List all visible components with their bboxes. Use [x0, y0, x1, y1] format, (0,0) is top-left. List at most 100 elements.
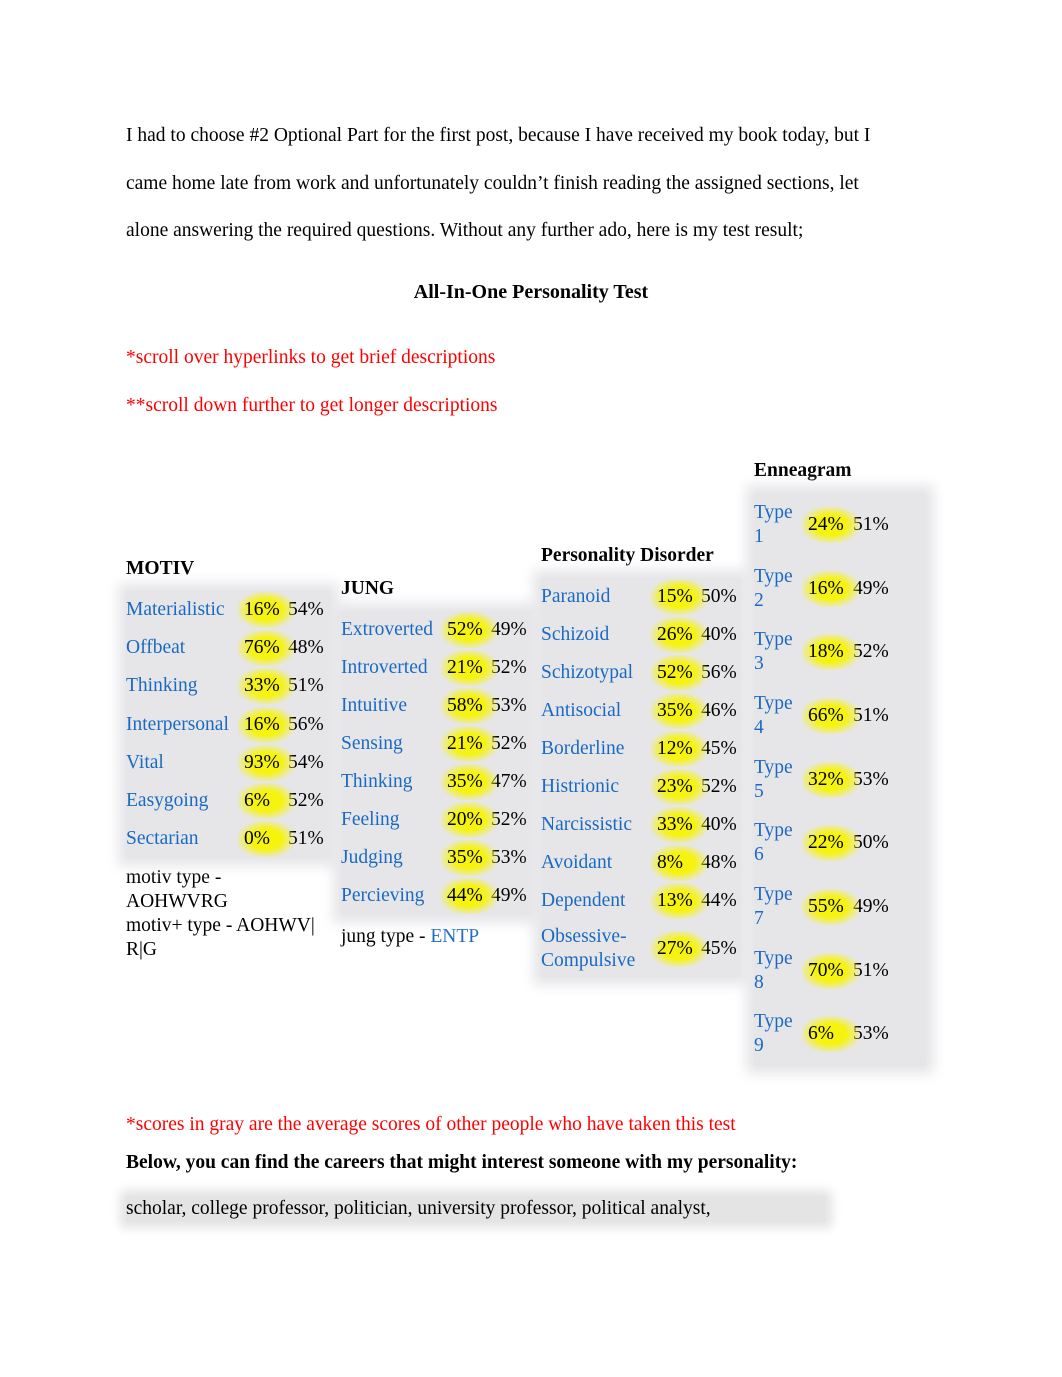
disorder-label-link[interactable]: Histrionic [541, 775, 657, 799]
user-score-value: 35% [447, 771, 483, 792]
disorder-row: Dependent 13% 44% [541, 882, 741, 920]
jung-type-label: jung type - [341, 926, 431, 947]
user-score-value: 21% [447, 657, 483, 678]
intro-line: came home late from work and unfortunate… [126, 172, 859, 194]
careers-heading: Below, you can find the careers that mig… [126, 1152, 798, 1173]
label-line: Type [754, 1011, 793, 1033]
enneagram-label-link[interactable]: Type 1 [754, 501, 808, 549]
user-score-value: 15% [657, 586, 693, 607]
motiv-row: Vital 93% 54% [126, 744, 331, 782]
user-score: 44% [441, 878, 497, 914]
label-line: 4 [754, 716, 764, 738]
user-score: 6% [802, 1016, 859, 1053]
motiv-section: MOTIV Materialistic 16% 54% Offbeat 76% 48% Th… [126, 557, 331, 962]
label-line: 2 [754, 589, 764, 611]
enneagram-table: Type 1 24% 51% Type 2 16% 49% Type 3 18% 52% Type 4 66… [754, 493, 926, 1067]
user-score-value: 93% [244, 751, 280, 773]
jung-label-link[interactable]: Feeling [341, 808, 447, 832]
label-line: Type [754, 820, 793, 842]
intro-paragraph: I had to choose #2 Optional Part for the… [126, 112, 936, 255]
disorder-label-link[interactable]: Obsessive- Compulsive [541, 925, 657, 973]
jung-type-link[interactable]: ENTP [430, 926, 479, 947]
enneagram-row: Type 2 16% 49% [754, 557, 926, 621]
disorder-label-link[interactable]: Avoidant [541, 851, 657, 875]
jung-label-link[interactable]: Intuitive [341, 694, 447, 718]
jung-label-link[interactable]: Thinking [341, 770, 447, 794]
disorder-row: Avoidant 8% 48% [541, 844, 741, 882]
user-score: 13% [651, 883, 707, 919]
label-line: Type [754, 692, 793, 714]
disorder-label-link[interactable]: Schizoid [541, 623, 657, 647]
user-score-value: 21% [447, 733, 483, 754]
motiv-plus-type-label: motiv+ type - AOHWV| [126, 915, 315, 937]
disorder-row: Antisocial 35% 46% [541, 692, 741, 730]
label-line: Compulsive [541, 949, 636, 971]
motiv-label-link[interactable]: Interpersonal [126, 713, 244, 737]
test-title: All-In-One Personality Test [413, 281, 649, 303]
jung-label-link[interactable]: Extroverted [341, 618, 447, 642]
jung-label-link[interactable]: Sensing [341, 732, 447, 756]
enneagram-label-link[interactable]: Type 5 [754, 756, 808, 804]
user-score-value: 35% [447, 847, 483, 868]
motiv-label-link[interactable]: Vital [126, 751, 244, 775]
user-score: 70% [802, 952, 859, 989]
disorder-row: Obsessive- Compulsive 27% 45% [541, 920, 741, 977]
jung-row: Judging 35% 53% [341, 839, 531, 877]
enneagram-row: Type 7 55% 49% [754, 875, 926, 939]
motiv-table: Materialistic 16% 54% Offbeat 76% 48% Thinking… [126, 591, 331, 859]
disorder-row: Histrionic 23% 52% [541, 768, 741, 806]
jung-label-link[interactable]: Judging [341, 846, 447, 870]
disorder-label-link[interactable]: Borderline [541, 737, 657, 761]
motiv-type: motiv type - AOHWVRG motiv+ type - AOHWV… [126, 866, 331, 962]
enneagram-row: Type 8 70% 51% [754, 939, 926, 1003]
jung-label-link[interactable]: Introverted [341, 656, 447, 680]
disorder-label-link[interactable]: Antisocial [541, 699, 657, 723]
enneagram-heading: Enneagram [754, 460, 852, 481]
enneagram-label-link[interactable]: Type 3 [754, 628, 808, 676]
motiv-label-link[interactable]: Thinking [126, 674, 244, 698]
label-line: 5 [754, 780, 764, 802]
label-line: Type [754, 501, 793, 523]
intro-line: I had to choose #2 Optional Part for the… [126, 125, 871, 146]
disorder-row: Schizoid 26% 40% [541, 616, 741, 654]
user-score-value: 33% [244, 675, 280, 697]
motiv-row: Easygoing 6% 52% [126, 782, 331, 820]
motiv-label-link[interactable]: Easygoing [126, 789, 244, 813]
jung-row: Sensing 21% 52% [341, 725, 531, 763]
user-score-value: 24% [808, 513, 844, 535]
label-line: 8 [754, 971, 764, 993]
enneagram-row: Type 5 32% 53% [754, 748, 926, 812]
user-score: 6% [238, 783, 294, 820]
user-score: 35% [441, 764, 497, 800]
disorder-row: Schizotypal 52% 56% [541, 654, 741, 692]
motiv-type-label: motiv type - [126, 867, 222, 889]
disorder-label-link[interactable]: Dependent [541, 889, 657, 913]
enneagram-label-link[interactable]: Type 7 [754, 883, 808, 931]
user-score-value: 12% [657, 738, 693, 759]
motiv-label-link[interactable]: Offbeat [126, 636, 244, 660]
user-score: 21% [441, 650, 497, 686]
jung-label-link[interactable]: Percieving [341, 884, 447, 908]
user-score-value: 58% [447, 695, 483, 716]
user-score-value: 6% [808, 1023, 834, 1045]
user-score: 12% [651, 731, 707, 767]
disorder-label-link[interactable]: Paranoid [541, 585, 657, 609]
user-score: 52% [651, 655, 707, 691]
motiv-plus-type-value: R|G [126, 939, 157, 961]
label-line: 6 [754, 844, 764, 866]
jung-row: Introverted 21% 52% [341, 649, 531, 687]
motiv-heading: MOTIV [126, 558, 195, 579]
user-score-value: 32% [808, 768, 844, 790]
disorder-label-link[interactable]: Narcissistic [541, 813, 657, 837]
enneagram-label-link[interactable]: Type 4 [754, 692, 808, 740]
motiv-label-link[interactable]: Materialistic [126, 598, 244, 622]
user-score-value: 18% [808, 641, 844, 663]
disorder-label-link[interactable]: Schizotypal [541, 661, 657, 685]
enneagram-label-link[interactable]: Type 2 [754, 565, 808, 613]
enneagram-label-link[interactable]: Type 9 [754, 1010, 808, 1058]
user-score-value: 6% [244, 790, 270, 812]
motiv-label-link[interactable]: Sectarian [126, 827, 244, 851]
enneagram-label-link[interactable]: Type 6 [754, 819, 808, 867]
enneagram-label-link[interactable]: Type 8 [754, 947, 808, 995]
user-score: 0% [238, 821, 294, 858]
